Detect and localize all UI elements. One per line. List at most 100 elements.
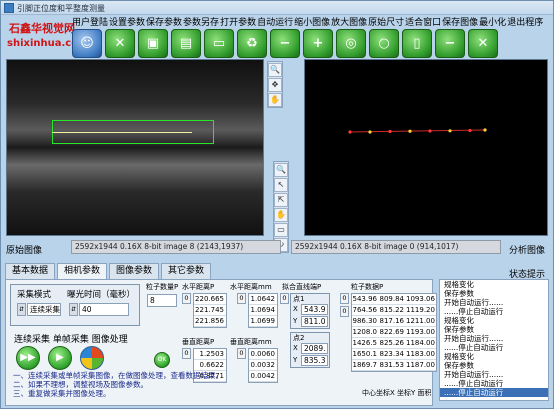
close-icon[interactable]: ✕ — [468, 29, 498, 58]
zoom-1to1-icon[interactable]: ◎ — [336, 29, 366, 58]
minimize-icon[interactable]: − — [435, 29, 465, 58]
open-folder-icon[interactable]: ▭ — [204, 29, 234, 58]
menu-item-fit-window[interactable]: 适合窗口 — [405, 15, 442, 28]
tab-basic-data[interactable]: 基本数据 — [5, 263, 56, 279]
hdist-mm-1: 1.0694 — [249, 306, 277, 316]
menu-item-settings[interactable]: 设置参数 — [109, 15, 146, 28]
vdist-px-0: 1.2503 — [194, 349, 226, 360]
vdist-mm-index[interactable]: 0 — [237, 348, 246, 359]
tab-image-params[interactable]: 图像参数 — [109, 263, 160, 279]
point1-y: 811.0 — [301, 316, 328, 327]
menu-item-save-image[interactable]: 保存图像 — [442, 15, 479, 28]
particle-cell: 1187.00 — [406, 361, 436, 371]
particle-cell: 1426.5 — [352, 339, 379, 349]
particles-footer: 中心坐标X 坐标Y 面积 — [362, 389, 432, 397]
status-log[interactable]: 规格变化 保存参数 开始自动运行...... ......停止自动运行 规格变化… — [439, 279, 549, 401]
status-entry: ......停止自动运行 — [444, 379, 504, 388]
hdist-px-2: 221.856 — [194, 317, 226, 327]
mode-select[interactable]: 连续采集 — [27, 303, 61, 316]
mode-spinner[interactable]: ⇵ — [17, 303, 26, 316]
status-entry: 规格变化 — [444, 280, 474, 289]
continuous-capture-button[interactable]: ▶▶ — [16, 346, 40, 370]
select-tool-icon[interactable]: ⇱ — [274, 193, 288, 207]
particle-cell: 809.84 — [379, 295, 406, 305]
hdist-mm-array: 1.0642 1.0694 1.0699 — [248, 293, 278, 328]
image-process-button[interactable] — [80, 346, 104, 370]
particles-row: 986.30 817.16 1211.00 — [352, 316, 436, 327]
particle-cell: 543.96 — [352, 295, 379, 305]
menu-item-save[interactable]: 保存参数 — [146, 15, 183, 28]
zoom-tool-icon[interactable]: 🔍 — [274, 163, 288, 177]
camera-settings-group: 采集模式 ⇵ 连续采集 曝光时间（毫秒） ⇵ 40 — [10, 284, 140, 326]
exposure-input[interactable]: 40 — [79, 303, 129, 316]
menu-item-minimize[interactable]: 最小化 — [479, 15, 507, 28]
toolbar: ☺ ✕ ▣ ▤ ▭ ♻ − + ◎ ○ ▯ − ✕ — [72, 29, 501, 59]
hand-tool-icon[interactable]: ✋ — [268, 93, 282, 107]
save-as-icon[interactable]: ▤ — [171, 29, 201, 58]
hdist-px-1: 221.745 — [194, 306, 226, 316]
vdist-px-index[interactable]: 0 — [182, 348, 191, 359]
menu-item-zoom-out[interactable]: 缩小图像 — [294, 15, 331, 28]
tab-camera-params[interactable]: 相机参数 — [57, 263, 108, 279]
app-window: 引脚正位度和平整度测量 石鑫华视觉网 shixinhua.com 用户登陆 设置… — [0, 0, 554, 409]
menu-item-auto-run[interactable]: 自动运行 — [257, 15, 294, 28]
save-icon[interactable]: ▣ — [138, 29, 168, 58]
hdist-mm-index[interactable]: 0 — [237, 293, 246, 304]
tools-icon[interactable]: ✕ — [105, 29, 135, 58]
zoom-fit-icon[interactable]: ○ — [369, 29, 399, 58]
pointer-tool-icon[interactable]: ↖ — [274, 178, 288, 192]
particle-cell: 764.56 — [352, 306, 379, 316]
point2-y-label: Y — [293, 356, 298, 364]
zoom-tool-icon[interactable]: 🔍 — [268, 63, 282, 77]
hdist-px-index[interactable]: 0 — [182, 293, 191, 304]
pan-tool-icon[interactable]: ✥ — [268, 78, 282, 92]
zoom-in-icon[interactable]: + — [303, 29, 333, 58]
analysis-image-info: 2592x1944 0.16X 8-bit image 0 (914,1017) — [291, 240, 501, 254]
hdist-mm-0: 1.0642 — [249, 295, 277, 305]
point1-cluster: 点1 X 543.9 Y 811.0 — [290, 293, 330, 329]
original-image-display[interactable] — [6, 59, 264, 236]
pin-count-value: 8 — [147, 294, 177, 307]
tab-other-params[interactable]: 其它参数 — [161, 263, 212, 279]
point2-label: 点2 — [293, 334, 305, 342]
zoom-out-icon[interactable]: − — [270, 29, 300, 58]
particle-cell: 1650.1 — [352, 350, 379, 360]
user-icon[interactable]: ☺ — [72, 29, 102, 58]
point1-y-label: Y — [293, 317, 298, 325]
menu-bar: 用户登陆 设置参数 保存参数 参数另存 打开参数 自动运行 缩小图像 放大图像 … — [72, 15, 544, 28]
fit-line-overlay — [348, 128, 487, 134]
particles-row-index[interactable]: 0 — [340, 293, 349, 304]
status-entry: ......停止自动运行 — [444, 343, 504, 352]
point1-x: 543.9 — [301, 304, 328, 315]
status-entry: 保存参数 — [444, 289, 474, 298]
particles-row: 543.96 809.84 1093.06 — [352, 294, 436, 305]
menu-item-save-as[interactable]: 参数另存 — [183, 15, 220, 28]
point2-y: 835.3 — [301, 355, 328, 366]
recycle-icon[interactable]: ♻ — [237, 29, 267, 58]
particles-row: 1426.5 825.26 1184.00 — [352, 338, 436, 349]
menu-item-login[interactable]: 用户登陆 — [72, 15, 109, 28]
particles-col-index[interactable]: 0 — [340, 306, 349, 317]
fit-line-index[interactable]: 0 — [280, 293, 289, 304]
particle-cell: 822.69 — [379, 328, 406, 338]
status-entry: 规格变化 — [444, 352, 474, 361]
rectangle-tool-icon[interactable]: ▭ — [274, 223, 288, 237]
particles-row: 1650.1 823.34 1183.00 — [352, 349, 436, 360]
menu-item-exit[interactable]: 退出程序 — [507, 15, 544, 28]
analysis-image-display[interactable] — [304, 59, 548, 236]
particle-cell: 1193.00 — [406, 328, 436, 338]
exposure-spinner[interactable]: ⇵ — [69, 303, 78, 316]
status-entry: 开始自动运行...... — [444, 298, 504, 307]
fit-line-label: 拟合直线端P — [282, 283, 322, 291]
single-capture-button[interactable]: ▶ — [48, 346, 72, 370]
menu-item-zoom-in[interactable]: 放大图像 — [331, 15, 368, 28]
menu-item-original-size[interactable]: 原始尺寸 — [368, 15, 405, 28]
vdist-mm-0: 0.0060 — [249, 350, 277, 360]
vdist-mm-1: 0.0032 — [249, 361, 277, 371]
save-image-icon[interactable]: ▯ — [402, 29, 432, 58]
particle-cell: 1869.7 — [352, 361, 379, 371]
hand-tool-icon[interactable]: ✋ — [274, 208, 288, 222]
menu-item-open[interactable]: 打开参数 — [220, 15, 257, 28]
hdist-px-0: 220.665 — [194, 295, 226, 305]
status-entry: 开始自动运行...... — [444, 370, 504, 379]
